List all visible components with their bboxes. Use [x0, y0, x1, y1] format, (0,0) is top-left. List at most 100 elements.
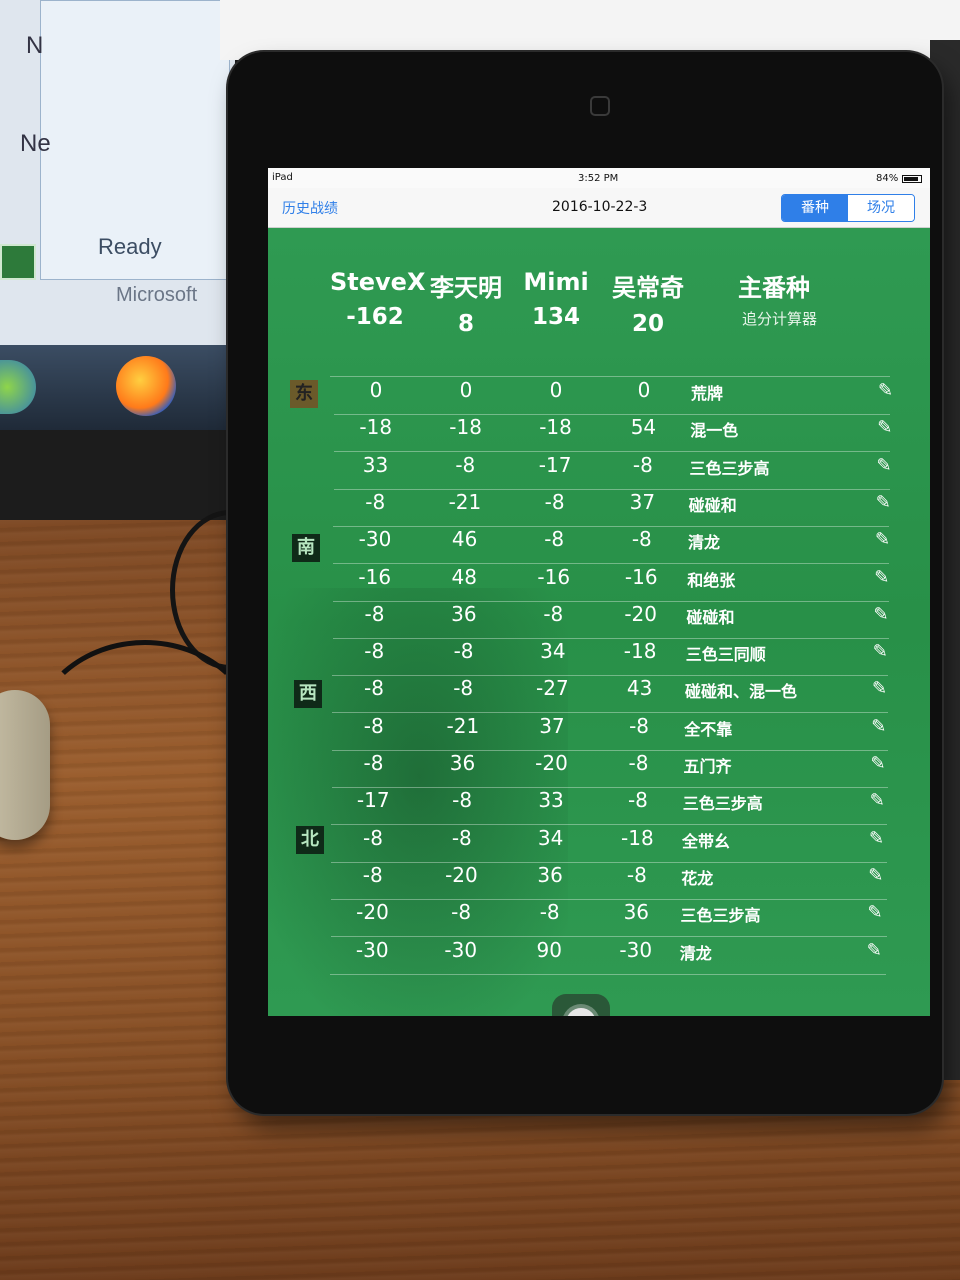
player-column: 吴常奇 20 [606, 268, 690, 337]
firefox-icon [116, 356, 176, 416]
score-cell: -8 [362, 862, 383, 887]
score-cell: 48 [451, 564, 477, 589]
score-cell: -8 [632, 452, 653, 477]
fan-name: 三色三步高 [689, 458, 770, 478]
table-row[interactable]: -8 -8 34 -18 全带幺 ✎ [333, 826, 893, 862]
score-cell: -8 [451, 900, 472, 925]
table-row[interactable]: -16 48 -16 -16 和绝张 ✎ [335, 565, 895, 601]
score-cell: -8 [364, 676, 384, 701]
table-row[interactable]: -8 36 -20 -8 五门齐 ✎ [334, 751, 894, 787]
pencil-icon[interactable]: ✎ [877, 456, 895, 475]
table-row[interactable]: 33 -8 -17 -8 三色三步高 ✎ [336, 453, 896, 489]
score-cell: -27 [536, 676, 569, 701]
pencil-icon[interactable]: ✎ [870, 792, 888, 810]
score-cell: -8 [364, 639, 385, 664]
table-row[interactable]: -8 -20 36 -8 花龙 ✎ [333, 863, 893, 899]
score-cell: -8 [365, 489, 386, 514]
fan-name: 碰碰和、混一色 [685, 682, 798, 702]
fan-name: 碰碰和 [686, 607, 735, 627]
status-time: 3:52 PM [578, 173, 619, 184]
score-cell: 34 [537, 825, 564, 850]
battery-icon [902, 175, 922, 183]
segment-fan[interactable]: 番种 [782, 195, 848, 221]
score-cell: -8 [363, 751, 384, 775]
computer-mouse [0, 690, 50, 840]
history-link[interactable]: 历史战绩 [282, 198, 338, 218]
fan-name: 荒牌 [691, 384, 724, 403]
score-cell: -18 [539, 415, 572, 440]
assistive-touch-button[interactable] [552, 994, 610, 1016]
score-cell: -20 [445, 862, 478, 887]
monitor-microsoft-text: Microsoft [116, 284, 198, 306]
pencil-icon[interactable]: ✎ [875, 531, 893, 549]
monitor-ready-text: Ready [98, 234, 162, 259]
mouse-cable [30, 640, 260, 840]
pencil-icon[interactable]: ✎ [877, 419, 895, 437]
score-cell: -8 [544, 527, 565, 552]
monitor-right-area [220, 0, 960, 60]
table-row[interactable]: -8 -21 -8 37 碰碰和 ✎ [335, 490, 895, 526]
wind-west: 西 [294, 680, 322, 708]
segment-situation[interactable]: 场况 [848, 195, 914, 221]
score-cell: 46 [451, 527, 478, 552]
table-row[interactable]: -30 46 -8 -8 清龙 ✎ [335, 527, 895, 563]
nav-bar: 历史战绩 2016-10-22-3 番种 场况 [268, 188, 930, 228]
score-cell: -8 [363, 713, 384, 738]
score-cell: -8 [539, 900, 560, 925]
table-row[interactable]: -8 -8 -27 43 碰碰和、混一色 ✎ [334, 676, 894, 712]
table-row[interactable]: -20 -8 -8 36 三色三步高 ✎ [333, 900, 893, 936]
score-cell: -21 [448, 489, 482, 514]
catch-up-calculator-link[interactable]: 追分计算器 [742, 308, 817, 329]
score-cell: 37 [539, 713, 565, 738]
pencil-icon[interactable]: ✎ [873, 643, 891, 661]
pencil-icon[interactable]: ✎ [869, 829, 887, 848]
score-cell: -8 [629, 713, 650, 738]
pencil-icon[interactable]: ✎ [874, 605, 892, 624]
score-cell: -8 [543, 601, 564, 626]
score-cell: -8 [628, 751, 649, 775]
score-cell: -30 [444, 937, 478, 962]
score-cell: -20 [535, 751, 568, 775]
segmented-control: 番种 场况 [781, 194, 915, 222]
table-row[interactable]: 0 0 0 0 荒牌 ✎ [336, 378, 896, 414]
score-cell: 36 [451, 601, 477, 626]
score-cell: -18 [623, 639, 657, 664]
monitor-text-ne: Ne [20, 130, 51, 157]
table-row[interactable]: -30 -30 90 -30 清龙 ✎ [332, 938, 892, 974]
fan-name: 五门齐 [683, 757, 732, 776]
fan-name: 三色三同顺 [685, 645, 766, 665]
score-cell: -8 [363, 825, 383, 850]
score-cell: 0 [459, 378, 473, 402]
table-row[interactable]: -17 -8 33 -8 三色三步高 ✎ [333, 788, 893, 824]
player-total: 134 [531, 304, 580, 330]
score-cell: -21 [446, 713, 480, 738]
table-row[interactable]: -8 36 -8 -20 碰碰和 ✎ [335, 602, 895, 638]
pencil-icon[interactable]: ✎ [878, 382, 896, 400]
monitor-text-n: N [26, 32, 44, 59]
table-row[interactable]: -8 -8 34 -18 三色三同顺 ✎ [334, 639, 894, 675]
pencil-icon[interactable]: ✎ [876, 493, 894, 512]
score-cell: -30 [619, 937, 653, 962]
pencil-icon[interactable]: ✎ [871, 717, 889, 736]
pencil-icon[interactable]: ✎ [868, 866, 886, 885]
score-cell: -20 [356, 900, 389, 925]
pencil-icon[interactable]: ✎ [867, 941, 885, 960]
score-cell: 0 [637, 378, 651, 402]
fan-name: 清龙 [688, 533, 721, 553]
ipad-screen: iPad 3:52 PM 84% 历史战绩 2016-10-22-3 番种 场况… [268, 168, 930, 1016]
fan-name: 花龙 [681, 868, 714, 888]
table-row[interactable]: -8 -21 37 -8 全不靠 ✎ [334, 714, 894, 750]
pencil-icon[interactable]: ✎ [868, 904, 886, 922]
pencil-icon[interactable]: ✎ [871, 755, 889, 773]
monitor-bezel [0, 430, 235, 520]
score-cell: -8 [451, 825, 472, 850]
monitor-screen: N Ne Ready Microsoft [0, 0, 235, 345]
score-cell: 0 [549, 378, 563, 402]
score-cell: 43 [626, 676, 653, 701]
table-row[interactable]: -18 -18 -18 54 混一色 ✎ [336, 415, 896, 451]
camera-icon [590, 96, 610, 116]
pencil-icon[interactable]: ✎ [872, 680, 890, 698]
player-total: 20 [631, 311, 664, 337]
pencil-icon[interactable]: ✎ [874, 568, 892, 587]
score-cell: -18 [621, 825, 654, 850]
